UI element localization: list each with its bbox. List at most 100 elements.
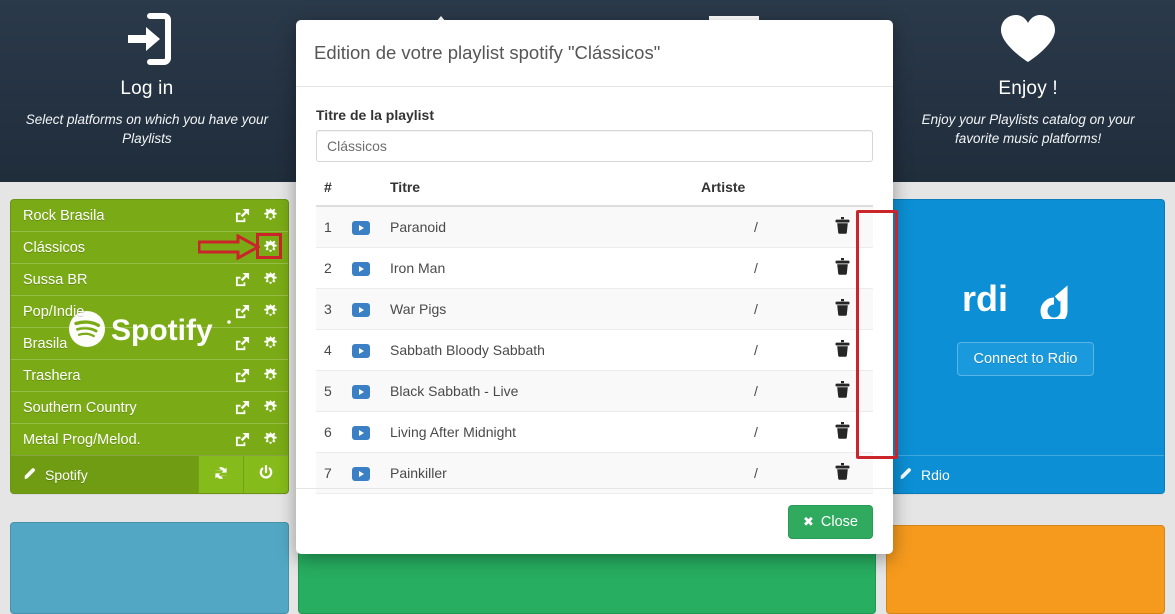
- header-number: #: [316, 179, 352, 207]
- app-root: Log in Select platforms on which you hav…: [0, 0, 1175, 614]
- delete-cell[interactable]: [811, 411, 873, 453]
- edit-playlist-modal: Edition de votre playlist spotify "Cláss…: [296, 20, 898, 554]
- table-row[interactable]: 6 Living After Midnight /: [316, 411, 873, 453]
- close-button-label: Close: [820, 513, 858, 530]
- trash-icon: [835, 463, 849, 480]
- track-artist: /: [701, 411, 811, 453]
- track-artist: /: [701, 247, 811, 289]
- table-row[interactable]: 1 Paranoid /: [316, 206, 873, 248]
- playlist-title-input[interactable]: [316, 130, 873, 162]
- play-cell[interactable]: [352, 206, 390, 248]
- power-button[interactable]: [243, 455, 288, 493]
- track-number: 5: [316, 370, 352, 412]
- table-row[interactable]: 5 Black Sabbath - Live /: [316, 370, 873, 412]
- green-card[interactable]: [298, 545, 876, 614]
- play-icon[interactable]: [352, 426, 370, 441]
- track-title: War Pigs: [390, 288, 701, 330]
- delete-track-button[interactable]: [835, 217, 850, 234]
- delete-track-button[interactable]: [835, 258, 850, 275]
- delete-track-button[interactable]: [835, 422, 850, 439]
- play-icon[interactable]: [352, 467, 370, 482]
- trash-icon: [835, 340, 849, 357]
- svg-text:rdi: rdi: [962, 281, 1008, 319]
- playlist-title-label: Titre de la playlist: [316, 107, 435, 123]
- heart-icon: [997, 8, 1059, 74]
- playlist-row-7[interactable]: Metal Prog/Melod.: [11, 424, 288, 456]
- share-icon[interactable]: [235, 336, 250, 351]
- play-cell[interactable]: [352, 288, 390, 330]
- table-row[interactable]: 4 Sabbath Bloody Sabbath /: [316, 329, 873, 371]
- share-icon[interactable]: [235, 400, 250, 415]
- rdio-card: rdi Connect to Rdio Rdio: [886, 199, 1165, 494]
- close-button[interactable]: ✖ Close: [788, 504, 873, 539]
- delete-track-button[interactable]: [835, 381, 850, 398]
- spotify-card-footer: Spotify: [11, 455, 288, 493]
- play-icon[interactable]: [352, 303, 370, 318]
- table-row[interactable]: 2 Iron Man /: [316, 247, 873, 289]
- play-icon[interactable]: [352, 344, 370, 359]
- delete-cell[interactable]: [811, 206, 873, 248]
- play-cell[interactable]: [352, 247, 390, 289]
- trash-icon: [835, 381, 849, 398]
- playlist-row-6[interactable]: Southern Country: [11, 392, 288, 424]
- table-row[interactable]: 3 War Pigs /: [316, 288, 873, 330]
- gear-icon[interactable]: [263, 208, 278, 223]
- share-icon[interactable]: [235, 208, 250, 223]
- share-icon[interactable]: [235, 432, 250, 447]
- power-icon: [258, 464, 274, 484]
- rdio-footer-label: Rdio: [921, 466, 950, 483]
- connect-to-rdio-button[interactable]: Connect to Rdio: [956, 342, 1095, 376]
- hero-subtitle-login: Select platforms on which you have your …: [25, 112, 269, 147]
- track-number: 2: [316, 247, 352, 289]
- delete-track-button[interactable]: [835, 299, 850, 316]
- orange-card[interactable]: [886, 525, 1165, 614]
- play-cell[interactable]: [352, 329, 390, 371]
- tracks-header-row: # Titre Artiste: [316, 179, 873, 207]
- delete-cell[interactable]: [811, 247, 873, 289]
- gear-icon[interactable]: [263, 336, 278, 351]
- refresh-button[interactable]: [198, 455, 243, 493]
- track-artist: /: [701, 288, 811, 330]
- tracks-table: # Titre Artiste 1 Paranoid / 2 Iron Man …: [316, 179, 873, 494]
- gear-icon[interactable]: [263, 432, 278, 447]
- play-icon[interactable]: [352, 385, 370, 400]
- play-icon[interactable]: [352, 262, 370, 277]
- hero-column-enjoy: Enjoy ! Enjoy your Playlists catalog on …: [881, 0, 1175, 182]
- play-cell[interactable]: [352, 370, 390, 412]
- delete-cell[interactable]: [811, 370, 873, 412]
- blue-card[interactable]: [10, 522, 289, 614]
- delete-cell[interactable]: [811, 288, 873, 330]
- hero-column-login: Log in Select platforms on which you hav…: [0, 0, 294, 182]
- hero-subtitle-enjoy: Enjoy your Playlists catalog on your fav…: [921, 112, 1135, 147]
- playlist-row-0[interactable]: Rock Brasila: [11, 200, 288, 232]
- trash-icon: [835, 422, 849, 439]
- playlist-row-4[interactable]: Brasila: [11, 328, 288, 360]
- gear-icon[interactable]: [263, 400, 278, 415]
- playlist-name: Brasila: [23, 335, 68, 352]
- gear-icon[interactable]: [263, 272, 278, 287]
- track-title: Sabbath Bloody Sabbath: [390, 329, 701, 371]
- delete-track-button[interactable]: [835, 340, 850, 357]
- refresh-icon: [213, 465, 229, 484]
- gear-icon[interactable]: [263, 240, 278, 255]
- playlist-name: Sussa BR: [23, 271, 88, 288]
- playlist-row-2[interactable]: Sussa BR: [11, 264, 288, 296]
- gear-icon[interactable]: [263, 368, 278, 383]
- x-icon: ✖: [803, 514, 814, 529]
- playlist-name: Metal Prog/Melod.: [23, 431, 141, 448]
- track-artist: /: [701, 370, 811, 412]
- playlist-row-5[interactable]: Trashera: [11, 360, 288, 392]
- share-icon[interactable]: [235, 304, 250, 319]
- delete-track-button[interactable]: [835, 463, 850, 480]
- share-icon[interactable]: [235, 368, 250, 383]
- gear-icon[interactable]: [263, 304, 278, 319]
- play-cell[interactable]: [352, 411, 390, 453]
- play-icon[interactable]: [352, 221, 370, 236]
- modal-footer: ✖ Close: [296, 488, 893, 554]
- plug-icon: [23, 467, 38, 482]
- playlist-row-3[interactable]: Pop/Indie: [11, 296, 288, 328]
- share-icon[interactable]: [235, 272, 250, 287]
- delete-cell[interactable]: [811, 329, 873, 371]
- trash-icon: [835, 258, 849, 275]
- rdio-logo: rdi: [962, 278, 1090, 325]
